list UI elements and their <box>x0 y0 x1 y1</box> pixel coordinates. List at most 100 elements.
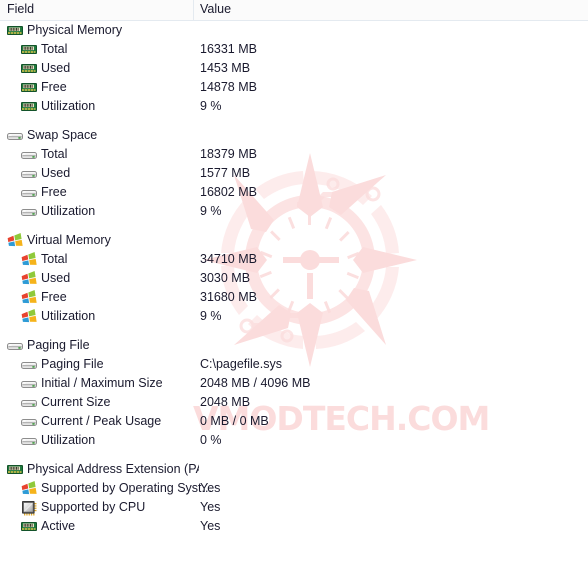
property-field-cell: Total <box>0 145 67 164</box>
property-value: 1453 MB <box>200 61 251 75</box>
property-label: Active <box>41 519 76 533</box>
property-field-cell: Free <box>0 78 67 97</box>
property-row[interactable]: Used 1453 MB <box>0 59 588 78</box>
property-value: 14878 MB <box>200 80 257 94</box>
property-value: 2048 MB / 4096 MB <box>200 376 311 390</box>
property-row[interactable]: Supported by CPU Yes <box>0 498 588 517</box>
property-label: Total <box>41 42 68 56</box>
memory-stick-icon <box>21 42 37 58</box>
property-list: Physical Memory Total 16331 MB Used 1453… <box>0 21 588 536</box>
property-row[interactable]: Supported by Operating Syst... Yes <box>0 479 588 498</box>
property-row[interactable]: Free 14878 MB <box>0 78 588 97</box>
property-value: 0 MB / 0 MB <box>200 414 269 428</box>
column-header-bar: Field Value <box>0 0 588 21</box>
property-value: 31680 MB <box>200 290 257 304</box>
drive-icon <box>21 185 37 201</box>
property-label: Paging File <box>27 338 90 352</box>
property-value: 9 % <box>200 204 222 218</box>
property-label: Swap Space <box>27 128 98 142</box>
property-label: Used <box>41 166 71 180</box>
property-row[interactable]: Total 18379 MB <box>0 145 588 164</box>
property-label: Utilization <box>41 433 96 447</box>
property-label: Used <box>41 271 71 285</box>
property-row[interactable]: Swap Space <box>0 126 588 145</box>
windows-logo-icon <box>21 289 37 306</box>
drive-icon <box>21 204 37 220</box>
cpu-chip-icon <box>21 500 37 516</box>
property-field-cell: Active <box>0 517 75 536</box>
property-row[interactable]: Used 3030 MB <box>0 269 588 288</box>
property-field-cell: Paging File <box>0 355 104 374</box>
property-row[interactable]: Current / Peak Usage 0 MB / 0 MB <box>0 412 588 431</box>
property-value: Yes <box>200 519 221 533</box>
property-label: Free <box>41 185 67 199</box>
property-row[interactable]: Utilization 9 % <box>0 202 588 221</box>
property-value: 3030 MB <box>200 271 251 285</box>
property-row[interactable]: Utilization 9 % <box>0 307 588 326</box>
property-field-cell: Used <box>0 59 70 78</box>
property-label: Initial / Maximum Size <box>41 376 163 390</box>
property-field-cell: Used <box>0 164 70 183</box>
property-label: Utilization <box>41 99 96 113</box>
property-row[interactable]: Physical Memory <box>0 21 588 40</box>
property-field-cell: Total <box>0 250 67 269</box>
memory-stick-icon <box>21 519 37 535</box>
memory-stick-icon <box>21 99 37 115</box>
column-header-value[interactable]: Value <box>200 2 231 16</box>
memory-stick-icon <box>21 80 37 96</box>
property-row[interactable]: Initial / Maximum Size 2048 MB / 4096 MB <box>0 374 588 393</box>
column-divider[interactable] <box>193 0 194 20</box>
property-label: Paging File <box>41 357 104 371</box>
memory-stick-icon <box>7 462 23 478</box>
drive-icon <box>7 128 23 144</box>
windows-logo-icon <box>21 270 37 287</box>
property-label: Supported by Operating Syst... <box>41 481 212 495</box>
windows-logo-icon <box>7 232 23 249</box>
property-value: C:\pagefile.sys <box>200 357 282 371</box>
column-header-field[interactable]: Field <box>7 2 34 16</box>
property-field-cell: Current / Peak Usage <box>0 412 161 431</box>
property-row[interactable]: Utilization 9 % <box>0 97 588 116</box>
property-value: 18379 MB <box>200 147 257 161</box>
property-row[interactable]: Free 16802 MB <box>0 183 588 202</box>
property-row[interactable]: Virtual Memory <box>0 231 588 250</box>
drive-icon <box>7 338 23 354</box>
property-row[interactable]: Used 1577 MB <box>0 164 588 183</box>
property-value: 34710 MB <box>200 252 257 266</box>
property-field-cell: Swap Space <box>0 126 97 145</box>
property-row[interactable]: Paging File <box>0 336 588 355</box>
property-value: 1577 MB <box>200 166 251 180</box>
property-label: Free <box>41 80 67 94</box>
property-field-cell: Total <box>0 40 67 59</box>
property-value: 9 % <box>200 309 222 323</box>
property-field-cell: Current Size <box>0 393 110 412</box>
property-value: 16802 MB <box>200 185 257 199</box>
windows-logo-icon <box>21 480 37 497</box>
property-row[interactable]: Physical Address Extension (PAE) <box>0 460 588 479</box>
property-field-cell: Physical Memory <box>0 21 122 40</box>
property-label: Total <box>41 252 68 266</box>
property-value: 2048 MB <box>200 395 251 409</box>
property-row[interactable]: Total 16331 MB <box>0 40 588 59</box>
property-label: Supported by CPU <box>41 500 146 514</box>
property-field-cell: Utilization <box>0 202 95 221</box>
property-field-cell: Supported by Operating Syst... <box>0 479 212 498</box>
property-value: 16331 MB <box>200 42 257 56</box>
property-label: Utilization <box>41 309 96 323</box>
property-row[interactable]: Total 34710 MB <box>0 250 588 269</box>
property-row[interactable]: Active Yes <box>0 517 588 536</box>
property-row[interactable]: Free 31680 MB <box>0 288 588 307</box>
property-label: Free <box>41 290 67 304</box>
property-field-cell: Used <box>0 269 70 288</box>
drive-icon <box>21 357 37 373</box>
property-value: Yes <box>200 481 221 495</box>
property-label: Physical Address Extension (PAE) <box>27 462 199 476</box>
property-row[interactable]: Utilization 0 % <box>0 431 588 450</box>
property-row[interactable]: Current Size 2048 MB <box>0 393 588 412</box>
property-label: Used <box>41 61 71 75</box>
property-row[interactable]: Paging File C:\pagefile.sys <box>0 355 588 374</box>
property-field-cell: Supported by CPU <box>0 498 145 517</box>
property-field-cell: Paging File <box>0 336 90 355</box>
property-field-cell: Virtual Memory <box>0 231 111 250</box>
property-field-cell: Utilization <box>0 431 95 450</box>
